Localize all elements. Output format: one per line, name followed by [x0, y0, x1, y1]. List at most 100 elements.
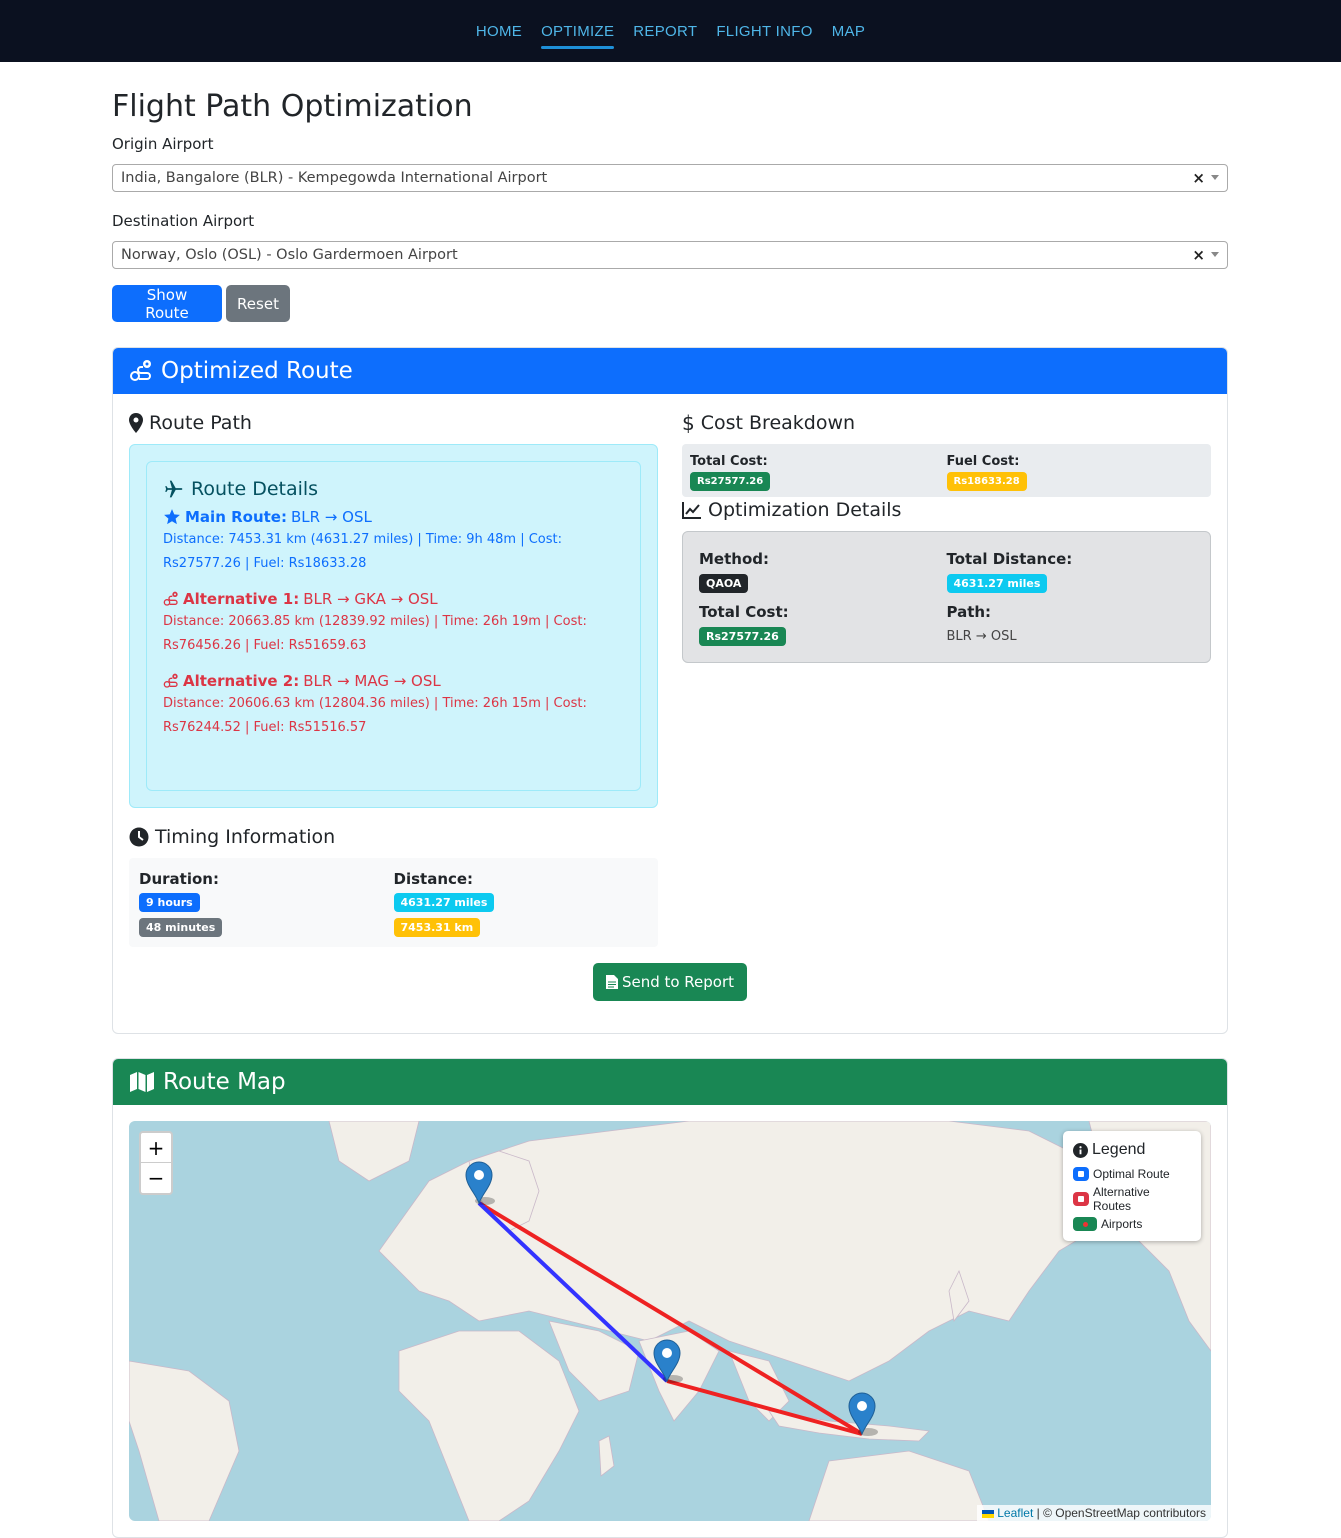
airport-pin-swatch-icon — [1073, 1217, 1097, 1231]
destination-clear-icon[interactable]: × — [1192, 246, 1205, 264]
map-legend: Legend Optimal Route Alternative Routes … — [1063, 1131, 1201, 1241]
total-distance-badge: 4631.27 miles — [946, 574, 1048, 593]
hours-badge: 9 hours — [139, 893, 200, 912]
leaflet-link[interactable]: Leaflet — [997, 1506, 1033, 1520]
duration-label: Duration: — [139, 870, 219, 888]
main-route-label: Main Route: — [185, 508, 287, 526]
origin-clear-icon[interactable]: × — [1192, 169, 1205, 187]
line-chart-icon — [682, 502, 701, 519]
zoom-in-button[interactable]: + — [141, 1133, 171, 1163]
main-route-line: Main Route: BLR → OSL — [163, 508, 624, 526]
alternative-1-desc: Distance: 20663.85 km (12839.92 miles) |… — [163, 614, 587, 653]
ukraine-flag-icon — [981, 1509, 994, 1518]
zoom-control: + − — [139, 1131, 173, 1195]
legend-airports-label: Airports — [1101, 1217, 1143, 1231]
alternative-1-path: BLR → GKA → OSL — [303, 590, 438, 608]
nav-map[interactable]: MAP — [832, 19, 865, 44]
main-route-desc: Distance: 7453.31 km (4631.27 miles) | T… — [163, 532, 563, 571]
opt-total-cost-badge: Rs27577.26 — [699, 627, 786, 646]
total-cost-label: Total Cost: — [690, 454, 768, 469]
fuel-cost-badge: Rs18633.28 — [946, 472, 1027, 491]
distance-label: Distance: — [393, 870, 474, 888]
world-map-svg — [129, 1121, 1211, 1521]
path-label: Path: — [946, 603, 992, 621]
alternative-2-desc: Distance: 20606.63 km (12804.36 miles) |… — [163, 696, 587, 735]
optimized-route-card: Optimized Route Route Path Route Details… — [112, 347, 1228, 1034]
destination-select-value: Norway, Oslo (OSL) - Oslo Gardermoen Air… — [121, 247, 458, 263]
route-details-heading: Route Details — [163, 478, 624, 500]
route-details-title: Route Details — [191, 478, 319, 500]
route-map-card: Route Map + − Legend Optimal Route Alter… — [112, 1058, 1228, 1538]
alt-route-icon — [163, 673, 178, 688]
optimization-panel: Method: QAOA Total Distance: 4631.27 mil… — [682, 531, 1211, 663]
method-block: Method: QAOA — [699, 550, 947, 593]
nav-report[interactable]: REPORT — [633, 19, 697, 44]
plane-icon — [165, 480, 183, 498]
madagascar-landmass — [598, 1435, 615, 1477]
total-cost-badge: Rs27577.26 — [690, 472, 771, 491]
timing-panel: Duration: 9 hours 48 minutes Distance: 4… — [129, 858, 658, 947]
legend-optimal-label: Optimal Route — [1093, 1167, 1170, 1181]
optimized-route-title: Optimized Route — [161, 358, 353, 384]
cost-heading: $ Cost Breakdown — [682, 410, 1211, 436]
destination-dropdown-arrow-icon[interactable] — [1211, 252, 1219, 257]
total-cost-block: Total Cost: Rs27577.26 — [690, 454, 947, 491]
total-distance-label: Total Distance: — [946, 550, 1073, 568]
origin-dropdown-arrow-icon[interactable] — [1211, 175, 1219, 180]
show-route-button[interactable]: Show Route — [112, 285, 222, 322]
legend-alternative-label: Alternative Routes — [1092, 1185, 1150, 1213]
map-pin-icon — [129, 413, 143, 433]
opt-total-cost-block: Total Cost: Rs27577.26 — [699, 603, 947, 646]
route-map-title: Route Map — [163, 1069, 286, 1095]
origin-select[interactable]: India, Bangalore (BLR) - Kempegowda Inte… — [112, 164, 1228, 192]
route-map-header: Route Map — [113, 1059, 1227, 1105]
file-icon — [605, 975, 618, 989]
nav-optimize[interactable]: OPTIMIZE — [541, 19, 615, 49]
alternative-2-label: Alternative 2: — [183, 672, 300, 690]
right-column: $ Cost Breakdown Total Cost: Rs27577.26 … — [682, 410, 1211, 947]
alternative-1-label: Alternative 1: — [183, 590, 300, 608]
fuel-cost-label: Fuel Cost: — [946, 454, 1020, 469]
alternative-2-line: Alternative 2: BLR → MAG → OSL — [163, 672, 624, 690]
clock-icon — [129, 827, 149, 847]
total-distance-block: Total Distance: 4631.27 miles — [946, 550, 1195, 593]
star-icon — [164, 509, 180, 525]
map-icon — [130, 1072, 154, 1092]
destination-label: Destination Airport — [112, 212, 255, 230]
destination-select[interactable]: Norway, Oslo (OSL) - Oslo Gardermoen Air… — [112, 241, 1228, 269]
nav-flight-info[interactable]: FLIGHT INFO — [716, 19, 812, 44]
legend-title: Legend — [1092, 1141, 1146, 1158]
alternative-2-path: BLR → MAG → OSL — [303, 672, 441, 690]
australia-landmass — [808, 1450, 990, 1521]
cost-title: Cost Breakdown — [700, 412, 856, 434]
legend-optimal-route: Optimal Route — [1073, 1167, 1191, 1181]
dollar-icon: $ — [682, 411, 695, 435]
alt-route-icon — [163, 591, 178, 606]
info-icon — [1073, 1142, 1088, 1158]
zoom-out-button[interactable]: − — [141, 1163, 171, 1193]
origin-label: Origin Airport — [112, 135, 214, 153]
legend-heading: Legend — [1073, 1141, 1191, 1159]
left-column: Route Path Route Details Main Route: BLR… — [129, 410, 658, 947]
legend-alternative-routes: Alternative Routes — [1073, 1185, 1191, 1213]
cost-panel: Total Cost: Rs27577.26 Fuel Cost: Rs1863… — [682, 444, 1211, 497]
legend-airports: Airports — [1073, 1217, 1191, 1231]
timing-title: Timing Information — [155, 826, 336, 848]
opt-total-cost-label: Total Cost: — [699, 603, 789, 621]
map-canvas[interactable]: + − Legend Optimal Route Alternative Rou… — [129, 1121, 1211, 1521]
send-to-report-button[interactable]: Send to Report — [592, 963, 748, 1001]
action-buttons: Show Route Reset — [112, 285, 1228, 322]
top-navbar: HOME OPTIMIZE REPORT FLIGHT INFO MAP — [0, 0, 1341, 62]
route-path-heading: Route Path — [129, 410, 658, 436]
attribution-text: | © OpenStreetMap contributors — [1033, 1506, 1206, 1520]
alternative-route-swatch-icon — [1073, 1192, 1089, 1206]
miles-badge: 4631.27 miles — [393, 893, 495, 912]
optimal-route-swatch-icon — [1073, 1167, 1089, 1181]
distance-block: Distance: 4631.27 miles 7453.31 km — [393, 870, 649, 937]
send-report-row: Send to Report — [113, 963, 1227, 1001]
optimization-title: Optimization Details — [708, 499, 902, 521]
reset-button[interactable]: Reset — [226, 285, 290, 322]
origin-select-value: India, Bangalore (BLR) - Kempegowda Inte… — [121, 170, 548, 186]
nav-home[interactable]: HOME — [476, 19, 522, 44]
route-map-body: + − Legend Optimal Route Alternative Rou… — [113, 1105, 1227, 1537]
